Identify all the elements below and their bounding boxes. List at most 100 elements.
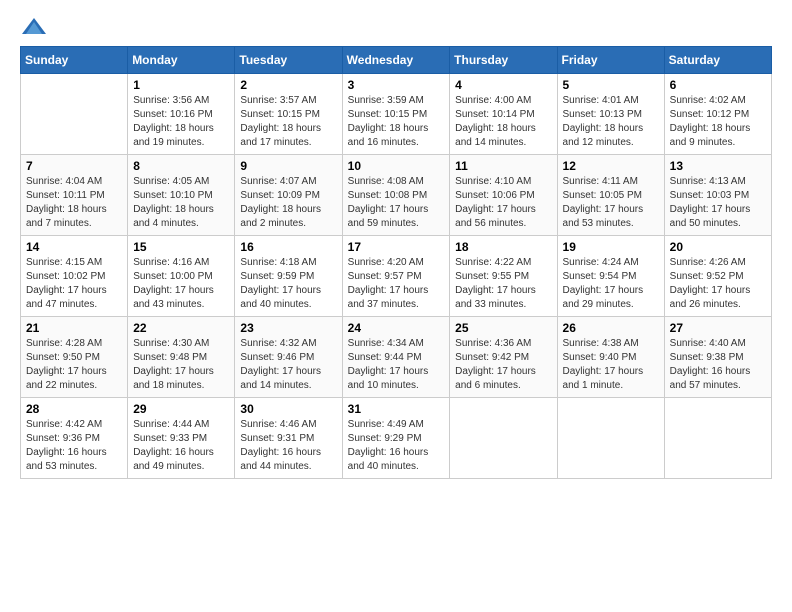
day-number: 24	[348, 321, 445, 335]
day-info: Sunrise: 4:36 AM Sunset: 9:42 PM Dayligh…	[455, 337, 551, 393]
calendar-week-row: 28 Sunrise: 4:42 AM Sunset: 9:36 PM Dayli…	[21, 398, 772, 479]
day-info: Sunrise: 4:44 AM Sunset: 9:33 PM Dayligh…	[133, 418, 229, 474]
weekday-header-wednesday: Wednesday	[342, 47, 450, 74]
calendar-cell: 20Sunrise: 4:26 AM Sunset: 9:52 PM Dayli…	[664, 236, 771, 317]
calendar-cell: 14 Sunrise: 4:15 AM Sunset: 10:02 PM Dayl…	[21, 236, 128, 317]
day-number: 6	[670, 78, 766, 92]
calendar-cell: 13 Sunrise: 4:13 AM Sunset: 10:03 PM Dayl…	[664, 155, 771, 236]
day-info: Sunrise: 3:57 AM Sunset: 10:15 PM Daylig…	[240, 94, 336, 150]
day-info: Sunrise: 4:49 AM Sunset: 9:29 PM Dayligh…	[348, 418, 445, 474]
weekday-header-monday: Monday	[128, 47, 235, 74]
calendar-cell: 1Sunrise: 3:56 AM Sunset: 10:16 PM Dayli…	[128, 74, 235, 155]
day-info: Sunrise: 4:08 AM Sunset: 10:08 PM Daylig…	[348, 175, 445, 231]
day-info: Sunrise: 4:02 AM Sunset: 10:12 PM Daylig…	[670, 94, 766, 150]
calendar-header-row: SundayMondayTuesdayWednesdayThursdayFrid…	[21, 47, 772, 74]
day-info: Sunrise: 4:16 AM Sunset: 10:00 PM Daylig…	[133, 256, 229, 312]
day-info: Sunrise: 4:10 AM Sunset: 10:06 PM Daylig…	[455, 175, 551, 231]
calendar-cell: 6 Sunrise: 4:02 AM Sunset: 10:12 PM Dayli…	[664, 74, 771, 155]
day-number: 31	[348, 402, 445, 416]
weekday-header-friday: Friday	[557, 47, 664, 74]
day-number: 25	[455, 321, 551, 335]
day-number: 30	[240, 402, 336, 416]
day-number: 8	[133, 159, 229, 173]
day-info: Sunrise: 4:01 AM Sunset: 10:13 PM Daylig…	[563, 94, 659, 150]
calendar-cell: 11 Sunrise: 4:10 AM Sunset: 10:06 PM Dayl…	[450, 155, 557, 236]
day-info: Sunrise: 4:30 AM Sunset: 9:48 PM Dayligh…	[133, 337, 229, 393]
calendar-cell: 28 Sunrise: 4:42 AM Sunset: 9:36 PM Dayli…	[21, 398, 128, 479]
day-info: Sunrise: 4:46 AM Sunset: 9:31 PM Dayligh…	[240, 418, 336, 474]
day-number: 20	[670, 240, 766, 254]
day-number: 3	[348, 78, 445, 92]
calendar-cell: 12 Sunrise: 4:11 AM Sunset: 10:05 PM Dayl…	[557, 155, 664, 236]
day-info: Sunrise: 4:20 AM Sunset: 9:57 PM Dayligh…	[348, 256, 445, 312]
day-number: 18	[455, 240, 551, 254]
calendar-cell: 8 Sunrise: 4:05 AM Sunset: 10:10 PM Dayli…	[128, 155, 235, 236]
weekday-header-saturday: Saturday	[664, 47, 771, 74]
calendar-cell: 2 Sunrise: 3:57 AM Sunset: 10:15 PM Dayli…	[235, 74, 342, 155]
day-number: 11	[455, 159, 551, 173]
day-info: Sunrise: 4:11 AM Sunset: 10:05 PM Daylig…	[563, 175, 659, 231]
day-number: 21	[26, 321, 122, 335]
day-info: Sunrise: 4:13 AM Sunset: 10:03 PM Daylig…	[670, 175, 766, 231]
day-number: 17	[348, 240, 445, 254]
day-number: 13	[670, 159, 766, 173]
calendar-cell: 29Sunrise: 4:44 AM Sunset: 9:33 PM Dayli…	[128, 398, 235, 479]
day-number: 26	[563, 321, 659, 335]
calendar-cell: 3 Sunrise: 3:59 AM Sunset: 10:15 PM Dayli…	[342, 74, 450, 155]
calendar-cell: 26 Sunrise: 4:38 AM Sunset: 9:40 PM Dayli…	[557, 317, 664, 398]
calendar-cell: 15 Sunrise: 4:16 AM Sunset: 10:00 PM Dayl…	[128, 236, 235, 317]
day-number: 19	[563, 240, 659, 254]
day-number: 27	[670, 321, 766, 335]
day-info: Sunrise: 4:28 AM Sunset: 9:50 PM Dayligh…	[26, 337, 122, 393]
calendar-cell: 27 Sunrise: 4:40 AM Sunset: 9:38 PM Dayli…	[664, 317, 771, 398]
calendar-cell: 9 Sunrise: 4:07 AM Sunset: 10:09 PM Dayli…	[235, 155, 342, 236]
calendar-cell: 31 Sunrise: 4:49 AM Sunset: 9:29 PM Dayli…	[342, 398, 450, 479]
generalblue-logo-icon	[20, 16, 48, 38]
day-number: 9	[240, 159, 336, 173]
calendar-cell: 7 Sunrise: 4:04 AM Sunset: 10:11 PM Dayli…	[21, 155, 128, 236]
calendar-cell: 10 Sunrise: 4:08 AM Sunset: 10:08 PM Dayl…	[342, 155, 450, 236]
calendar-week-row: 7 Sunrise: 4:04 AM Sunset: 10:11 PM Dayli…	[21, 155, 772, 236]
day-number: 14	[26, 240, 122, 254]
day-number: 28	[26, 402, 122, 416]
calendar-cell: 17 Sunrise: 4:20 AM Sunset: 9:57 PM Dayli…	[342, 236, 450, 317]
day-number: 15	[133, 240, 229, 254]
day-number: 5	[563, 78, 659, 92]
calendar-week-row: 1Sunrise: 3:56 AM Sunset: 10:16 PM Dayli…	[21, 74, 772, 155]
weekday-header-sunday: Sunday	[21, 47, 128, 74]
calendar-cell	[21, 74, 128, 155]
day-number: 2	[240, 78, 336, 92]
day-info: Sunrise: 4:07 AM Sunset: 10:09 PM Daylig…	[240, 175, 336, 231]
day-info: Sunrise: 3:56 AM Sunset: 10:16 PM Daylig…	[133, 94, 229, 150]
day-number: 22	[133, 321, 229, 335]
day-info: Sunrise: 4:05 AM Sunset: 10:10 PM Daylig…	[133, 175, 229, 231]
calendar-cell: 16Sunrise: 4:18 AM Sunset: 9:59 PM Dayli…	[235, 236, 342, 317]
day-info: Sunrise: 4:15 AM Sunset: 10:02 PM Daylig…	[26, 256, 122, 312]
day-info: Sunrise: 4:18 AM Sunset: 9:59 PM Dayligh…	[240, 256, 336, 312]
calendar-cell: 30 Sunrise: 4:46 AM Sunset: 9:31 PM Dayli…	[235, 398, 342, 479]
calendar-cell: 19Sunrise: 4:24 AM Sunset: 9:54 PM Dayli…	[557, 236, 664, 317]
day-info: Sunrise: 3:59 AM Sunset: 10:15 PM Daylig…	[348, 94, 445, 150]
calendar-cell: 22 Sunrise: 4:30 AM Sunset: 9:48 PM Dayli…	[128, 317, 235, 398]
day-number: 12	[563, 159, 659, 173]
calendar-cell	[450, 398, 557, 479]
day-info: Sunrise: 4:42 AM Sunset: 9:36 PM Dayligh…	[26, 418, 122, 474]
weekday-header-thursday: Thursday	[450, 47, 557, 74]
day-number: 23	[240, 321, 336, 335]
day-number: 4	[455, 78, 551, 92]
weekday-header-tuesday: Tuesday	[235, 47, 342, 74]
day-info: Sunrise: 4:22 AM Sunset: 9:55 PM Dayligh…	[455, 256, 551, 312]
day-info: Sunrise: 4:34 AM Sunset: 9:44 PM Dayligh…	[348, 337, 445, 393]
day-info: Sunrise: 4:38 AM Sunset: 9:40 PM Dayligh…	[563, 337, 659, 393]
header	[20, 16, 772, 38]
day-info: Sunrise: 4:32 AM Sunset: 9:46 PM Dayligh…	[240, 337, 336, 393]
calendar-cell: 21 Sunrise: 4:28 AM Sunset: 9:50 PM Dayli…	[21, 317, 128, 398]
day-info: Sunrise: 4:40 AM Sunset: 9:38 PM Dayligh…	[670, 337, 766, 393]
day-number: 7	[26, 159, 122, 173]
day-info: Sunrise: 4:00 AM Sunset: 10:14 PM Daylig…	[455, 94, 551, 150]
calendar-week-row: 21 Sunrise: 4:28 AM Sunset: 9:50 PM Dayli…	[21, 317, 772, 398]
calendar-cell: 25 Sunrise: 4:36 AM Sunset: 9:42 PM Dayli…	[450, 317, 557, 398]
day-info: Sunrise: 4:04 AM Sunset: 10:11 PM Daylig…	[26, 175, 122, 231]
day-number: 10	[348, 159, 445, 173]
calendar-cell: 4 Sunrise: 4:00 AM Sunset: 10:14 PM Dayli…	[450, 74, 557, 155]
